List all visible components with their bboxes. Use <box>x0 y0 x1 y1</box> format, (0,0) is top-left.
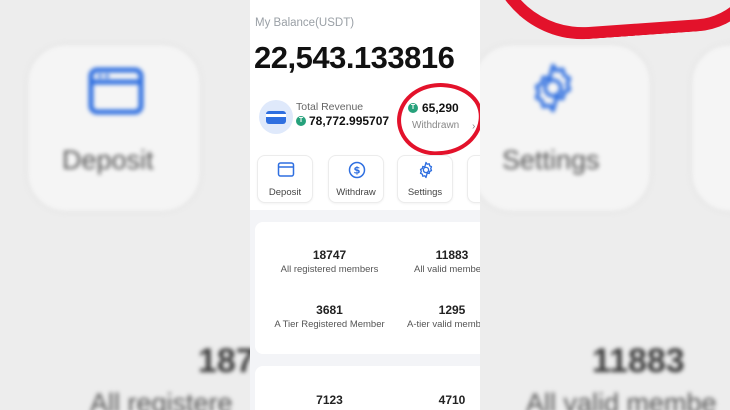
svg-text:$: $ <box>354 166 361 177</box>
gear-icon <box>534 63 572 113</box>
bg-settings-card: Settings <box>480 43 652 213</box>
window-icon <box>277 162 295 177</box>
stat-value: 11883 <box>435 248 469 262</box>
bg-deposit-label: Deposit <box>62 145 154 175</box>
bg-right-number: 11883 <box>592 342 685 380</box>
bg-deposit-card: Deposit <box>26 43 202 213</box>
bg-settings-label: Settings <box>502 145 600 175</box>
stat-value: 4710 <box>438 393 466 407</box>
withdraw-button[interactable]: $ Withdraw <box>328 155 384 203</box>
stat-label: All registered members <box>280 264 379 275</box>
balance-value: 22,543.133816 <box>254 40 455 75</box>
tether-icon: T <box>296 116 306 126</box>
settings-button[interactable]: Settings <box>397 155 453 203</box>
bg-extra-card <box>690 43 730 213</box>
phone-screen: My Balance(USDT) 22,543.133816 Total Rev… <box>250 0 480 410</box>
dollar-coin-icon: $ <box>348 161 366 179</box>
stat-label: A Tier Registered Member <box>274 319 385 330</box>
revenue-value: T 78,772.995707 <box>296 114 389 128</box>
revenue-amount: 78,772.995707 <box>309 114 390 128</box>
bg-left-sub: All registere <box>90 388 233 410</box>
background-left: Deposit 1874 All registere <box>0 0 250 410</box>
stat-value: 18747 <box>312 248 347 262</box>
stat-value: 7123 <box>316 393 343 407</box>
revenue-title: Total Revenue <box>296 101 364 113</box>
highlight-circle <box>393 78 480 160</box>
stats-card: 18747 All registered members 11883 All v… <box>255 222 480 354</box>
settings-label: Settings <box>407 187 443 198</box>
more-button[interactable] <box>467 155 480 203</box>
wallet-card-icon <box>259 100 293 134</box>
deposit-label: Deposit <box>268 187 302 198</box>
window-icon <box>88 67 144 115</box>
gear-icon <box>419 161 433 179</box>
withdraw-label: Withdraw <box>336 187 376 198</box>
stat-value: 3681 <box>316 303 343 317</box>
stat-value: 1295 <box>438 303 466 317</box>
deposit-button[interactable]: Deposit <box>257 155 313 203</box>
background-right: Settings 11883 All valid membe <box>480 0 730 410</box>
bg-left-number: 1874 <box>198 342 250 380</box>
balance-label: My Balance(USDT) <box>255 17 355 29</box>
stat-label: All valid members <box>414 264 480 275</box>
stats-card-secondary: 7123 4710 <box>255 366 480 410</box>
bg-right-sub: All valid membe <box>526 388 717 410</box>
stat-label: A-tier valid members <box>407 319 480 330</box>
